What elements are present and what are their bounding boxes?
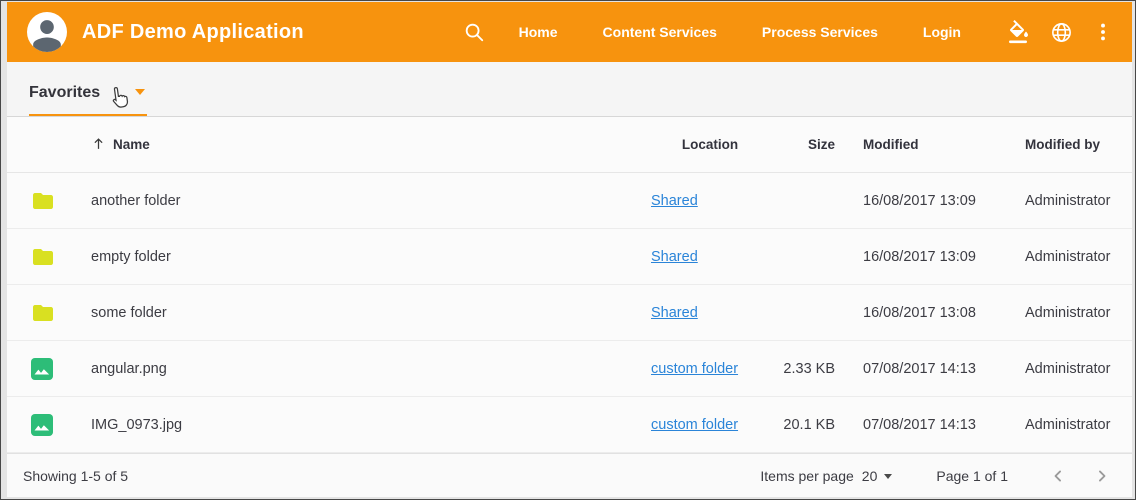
image-file-icon: [31, 414, 91, 436]
folder-icon: [31, 245, 91, 269]
column-header-size[interactable]: Size: [775, 137, 835, 152]
more-menu-icon[interactable]: [1092, 21, 1114, 43]
app-window: ADF Demo Application Home Content Servic…: [7, 2, 1132, 497]
column-header-name[interactable]: Name: [91, 136, 645, 154]
app-title: ADF Demo Application: [82, 21, 304, 44]
cell-location: Shared: [645, 305, 775, 321]
cell-location: custom folder: [645, 361, 775, 377]
location-link[interactable]: custom folder: [651, 361, 738, 377]
next-page-icon[interactable]: [1092, 466, 1112, 486]
user-avatar-icon[interactable]: [27, 12, 67, 52]
cell-modified-by: Administrator: [1025, 249, 1110, 265]
items-per-page-label: Items per page: [760, 468, 853, 484]
cell-name[interactable]: IMG_0973.jpg: [91, 417, 645, 433]
language-globe-icon[interactable]: [1050, 21, 1073, 44]
column-header-location[interactable]: Location: [645, 137, 775, 152]
sort-ascending-icon[interactable]: [91, 136, 106, 154]
chevron-down-icon[interactable]: [135, 89, 145, 95]
cell-modified: 07/08/2017 14:13: [835, 417, 1025, 433]
cell-modified: 16/08/2017 13:09: [835, 249, 1025, 265]
table-row[interactable]: another folder Shared 16/08/2017 13:09 A…: [7, 173, 1132, 229]
table-row[interactable]: empty folder Shared 16/08/2017 13:09 Adm…: [7, 229, 1132, 285]
items-per-page-select[interactable]: 20: [862, 468, 893, 484]
nav-item-home[interactable]: Home: [519, 24, 558, 40]
previous-page-icon[interactable]: [1048, 466, 1068, 486]
header-icons: [1007, 20, 1114, 44]
folder-icon: [31, 189, 91, 213]
paginator-footer: Showing 1-5 of 5 Items per page 20 Page …: [7, 453, 1132, 497]
column-header-modified[interactable]: Modified: [835, 137, 1025, 152]
location-link[interactable]: Shared: [651, 249, 698, 265]
table-row[interactable]: IMG_0973.jpg custom folder 20.1 KB 07/08…: [7, 397, 1132, 453]
page-range-label: Page 1 of 1: [936, 468, 1008, 484]
cell-modified-by: Administrator: [1025, 361, 1110, 377]
cell-name[interactable]: another folder: [91, 193, 645, 209]
cell-modified: 07/08/2017 14:13: [835, 361, 1025, 377]
cell-name[interactable]: angular.png: [91, 361, 645, 377]
cell-size: 20.1 KB: [775, 417, 835, 433]
favorites-table: Name Location Size Modified Modified by …: [7, 117, 1132, 453]
cell-name[interactable]: empty folder: [91, 249, 645, 265]
column-header-name-label: Name: [113, 137, 150, 152]
table-row[interactable]: some folder Shared 16/08/2017 13:08 Admi…: [7, 285, 1132, 341]
pager-buttons: [1048, 466, 1112, 486]
screen-frame: ADF Demo Application Home Content Servic…: [0, 0, 1136, 500]
search-icon[interactable]: [463, 21, 485, 43]
table-header-row: Name Location Size Modified Modified by: [7, 117, 1132, 173]
location-link[interactable]: Shared: [651, 305, 698, 321]
cell-name[interactable]: some folder: [91, 305, 645, 321]
cell-location: Shared: [645, 193, 775, 209]
hand-cursor-icon: [109, 86, 130, 115]
cell-modified-by: Administrator: [1025, 305, 1110, 321]
cell-modified-by: Administrator: [1025, 417, 1110, 433]
nav-item-process-services[interactable]: Process Services: [762, 24, 878, 40]
items-per-page-group: Items per page 20: [760, 468, 892, 484]
cell-location: Shared: [645, 249, 775, 265]
showing-range-label: Showing 1-5 of 5: [23, 468, 128, 484]
app-header: ADF Demo Application Home Content Servic…: [7, 2, 1132, 62]
tab-favorites-label: Favorites: [29, 84, 100, 102]
folder-icon: [31, 301, 91, 325]
main-nav: Home Content Services Process Services L…: [519, 24, 961, 40]
image-file-icon: [31, 358, 91, 380]
location-link[interactable]: Shared: [651, 193, 698, 209]
theme-color-fill-icon[interactable]: [1007, 20, 1031, 44]
location-link[interactable]: custom folder: [651, 417, 738, 433]
cell-location: custom folder: [645, 417, 775, 433]
items-per-page-value: 20: [862, 468, 878, 484]
cell-modified-by: Administrator: [1025, 193, 1110, 209]
nav-item-login[interactable]: Login: [923, 24, 961, 40]
tab-bar: Favorites: [7, 62, 1132, 117]
table-row[interactable]: angular.png custom folder 2.33 KB 07/08/…: [7, 341, 1132, 397]
nav-item-content-services[interactable]: Content Services: [603, 24, 717, 40]
chevron-down-icon: [884, 474, 892, 479]
cell-size: 2.33 KB: [775, 361, 835, 377]
cell-modified: 16/08/2017 13:08: [835, 305, 1025, 321]
cell-modified: 16/08/2017 13:09: [835, 193, 1025, 209]
column-header-modified-by[interactable]: Modified by: [1025, 137, 1106, 152]
